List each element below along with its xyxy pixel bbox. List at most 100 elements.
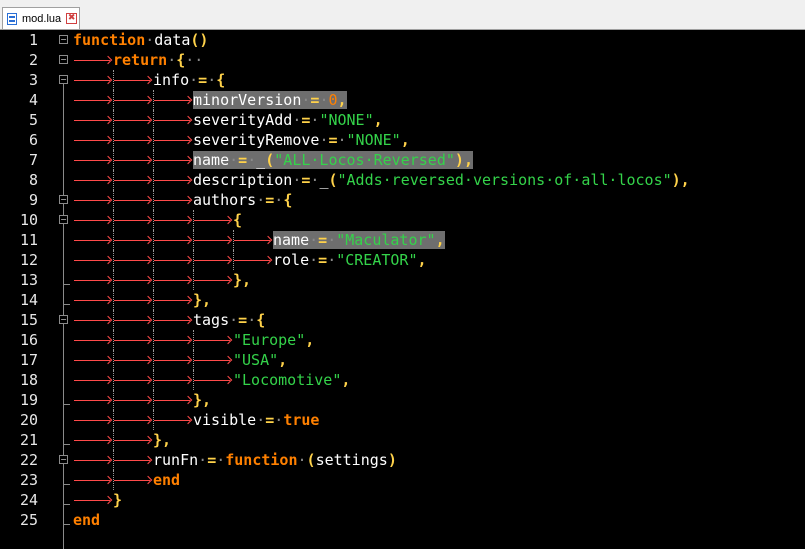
indent-guide	[113, 150, 114, 170]
code-token: =	[301, 171, 311, 189]
tab-arrow-icon	[113, 130, 153, 150]
tab-arrow-icon	[113, 230, 153, 250]
tab-arrow-icon	[153, 90, 193, 110]
code-token: ·	[198, 451, 208, 469]
fold-toggle-icon[interactable]: −	[59, 195, 68, 204]
code-line: end	[72, 510, 100, 530]
tab-arrow-icon	[193, 270, 233, 290]
fold-end-marker	[63, 524, 70, 525]
tab-arrow-icon	[113, 410, 153, 430]
code-line: severityAdd·=·"NONE",	[72, 110, 383, 130]
tab-arrow-icon	[113, 70, 153, 90]
tab-arrow-icon	[73, 110, 113, 130]
lua-file-icon	[7, 12, 17, 25]
fold-toggle-icon[interactable]: −	[59, 315, 68, 324]
close-icon[interactable]: ✖	[66, 13, 78, 24]
tab-arrow-icon	[73, 370, 113, 390]
code-token: )	[387, 451, 397, 469]
tab-arrow-icon	[193, 210, 233, 230]
indent-guide	[113, 310, 114, 330]
code-token: },	[233, 271, 252, 289]
tab-bar: mod.lua ✖	[0, 0, 805, 30]
fold-toggle-icon[interactable]: −	[59, 35, 68, 44]
code-line: "USA",	[72, 350, 287, 370]
tab-arrow-icon	[193, 230, 233, 250]
code-token: runFn	[153, 451, 199, 469]
indent-guide	[233, 250, 234, 270]
code-token: "NONE"	[346, 131, 401, 149]
tab-arrow-icon	[153, 270, 193, 290]
code-token: "NONE"	[319, 111, 374, 129]
tab-arrow-icon	[153, 310, 193, 330]
indent-guide	[233, 230, 234, 250]
line-number: 5	[28, 111, 38, 129]
line-number: 2	[28, 51, 38, 69]
indent-guide	[153, 410, 154, 430]
code-editor[interactable]: function·data() return·{·· info·=·{minorVe…	[72, 30, 805, 530]
code-token: return	[113, 51, 168, 69]
indent-guide	[113, 430, 114, 450]
code-token: ·	[337, 131, 347, 149]
tab-arrow-icon	[153, 350, 193, 370]
tab-arrow-icon	[73, 130, 113, 150]
fold-end-marker	[63, 404, 70, 405]
indent-guide	[193, 350, 194, 370]
tab-arrow-icon	[193, 250, 233, 270]
tab-arrow-icon	[113, 150, 153, 170]
indent-guide	[193, 230, 194, 250]
tab-arrow-icon	[193, 330, 233, 350]
indent-guide	[153, 210, 154, 230]
code-token: ·	[216, 451, 226, 469]
code-token: ··	[185, 51, 204, 69]
tab-arrow-icon	[153, 170, 193, 190]
code-token: =	[238, 151, 248, 169]
line-number: 17	[19, 351, 38, 369]
indent-guide	[113, 350, 114, 370]
code-token: ·	[297, 451, 307, 469]
code-token: data	[154, 31, 191, 49]
fold-toggle-icon[interactable]: −	[59, 215, 68, 224]
code-token: )	[454, 151, 464, 169]
indent-guide	[113, 70, 114, 90]
tab-arrow-icon	[73, 50, 113, 70]
code-token: ,	[463, 151, 473, 169]
indent-guide	[113, 470, 114, 490]
indent-guide	[153, 290, 154, 310]
indent-guide	[113, 410, 114, 430]
code-token: true	[283, 411, 320, 429]
code-token: ·	[292, 111, 302, 129]
tab-arrow-icon	[193, 370, 233, 390]
indent-guide	[113, 190, 114, 210]
tab-arrow-icon	[153, 410, 193, 430]
code-line: severityRemove·=·"NONE",	[72, 130, 410, 150]
indent-guide	[193, 270, 194, 290]
tab-mod-lua[interactable]: mod.lua ✖	[2, 7, 80, 29]
code-line: }	[72, 490, 122, 510]
indent-guide	[153, 250, 154, 270]
tab-arrow-icon	[73, 430, 113, 450]
code-token: ·	[145, 31, 155, 49]
code-token: name	[273, 231, 310, 249]
tab-arrow-icon	[113, 430, 153, 450]
indent-guide	[113, 390, 114, 410]
code-token: =	[301, 111, 311, 129]
indent-guide	[153, 90, 154, 110]
fold-end-marker	[63, 484, 70, 485]
line-number: 18	[19, 371, 38, 389]
code-line: tags·=·{	[72, 310, 265, 330]
code-token: =	[265, 191, 275, 209]
fold-toggle-icon[interactable]: −	[59, 455, 68, 464]
code-token: ·	[167, 51, 177, 69]
indent-guide	[193, 370, 194, 390]
code-line: },	[72, 270, 251, 290]
code-token: ,	[417, 251, 427, 269]
tab-arrow-icon	[73, 330, 113, 350]
indent-guide	[193, 210, 194, 230]
line-number: 14	[19, 291, 38, 309]
fold-toggle-icon[interactable]: −	[59, 75, 68, 84]
code-token: minorVersion	[193, 91, 302, 109]
fold-toggle-icon[interactable]: −	[59, 55, 68, 64]
code-token: _	[319, 171, 329, 189]
indent-guide	[153, 330, 154, 350]
tab-arrow-icon	[113, 390, 153, 410]
